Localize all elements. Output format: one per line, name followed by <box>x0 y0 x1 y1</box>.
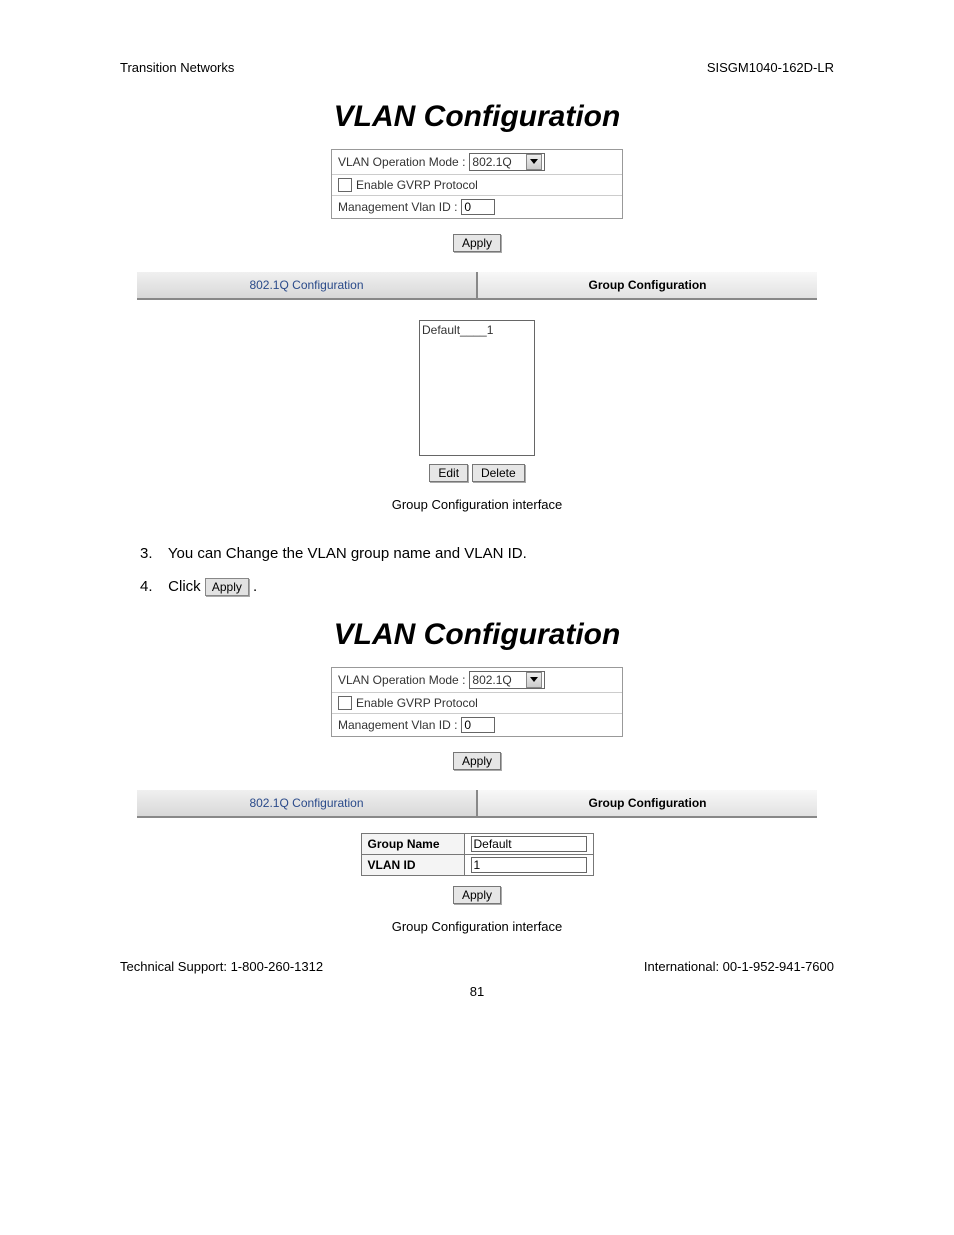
op-mode-select-2[interactable]: 802.1Q <box>469 671 545 689</box>
vlan-id-label: VLAN ID <box>361 855 464 876</box>
caption-2: Group Configuration interface <box>120 919 834 934</box>
header-right: SISGM1040-162D-LR <box>707 60 834 75</box>
gvrp-checkbox-2[interactable] <box>338 696 352 710</box>
tab-row-1: 802.1Q Configuration Group Configuration <box>137 272 817 300</box>
step-list: 3. You can Change the VLAN group name an… <box>140 537 834 603</box>
vlan-group-listbox[interactable]: Default____1 <box>419 320 535 456</box>
tab-8021q-2[interactable]: 802.1Q Configuration <box>137 790 478 816</box>
page-title-1: VLAN Configuration <box>120 100 834 134</box>
step-4-text-a: Click <box>168 578 205 595</box>
page-title-2: VLAN Configuration <box>120 618 834 652</box>
mgmt-vlan-input-2[interactable] <box>461 717 495 733</box>
edit-button[interactable]: Edit <box>429 464 468 482</box>
mgmt-vlan-label: Management Vlan ID : <box>338 200 457 214</box>
gvrp-checkbox[interactable] <box>338 178 352 192</box>
step-3-text: You can Change the VLAN group name and V… <box>168 545 527 562</box>
apply-button-3[interactable]: Apply <box>453 886 501 904</box>
op-mode-select[interactable]: 802.1Q <box>469 153 545 171</box>
gvrp-label: Enable GVRP Protocol <box>356 178 478 192</box>
mgmt-vlan-label-2: Management Vlan ID : <box>338 718 457 732</box>
list-item[interactable]: Default____1 <box>422 323 532 337</box>
tab-group-1[interactable]: Group Configuration <box>478 272 817 298</box>
op-mode-label-2: VLAN Operation Mode : <box>338 673 465 687</box>
mgmt-vlan-input[interactable] <box>461 199 495 215</box>
gvrp-label-2: Enable GVRP Protocol <box>356 696 478 710</box>
group-name-input[interactable] <box>471 836 587 852</box>
tab-8021q-1[interactable]: 802.1Q Configuration <box>137 272 478 298</box>
config-box-1: VLAN Operation Mode : 802.1Q Enable GVRP… <box>331 149 623 219</box>
caption-1: Group Configuration interface <box>120 497 834 512</box>
op-mode-value-2: 802.1Q <box>472 673 511 687</box>
footer-left: Technical Support: 1-800-260-1312 <box>120 959 323 974</box>
config-box-2: VLAN Operation Mode : 802.1Q Enable GVRP… <box>331 667 623 737</box>
op-mode-label: VLAN Operation Mode : <box>338 155 465 169</box>
header-left: Transition Networks <box>120 60 234 75</box>
apply-inline-button: Apply <box>205 578 249 596</box>
chevron-down-icon-2[interactable] <box>526 672 542 688</box>
chevron-down-icon[interactable] <box>526 154 542 170</box>
tab-group-2[interactable]: Group Configuration <box>478 790 817 816</box>
tab-row-2: 802.1Q Configuration Group Configuration <box>137 790 817 818</box>
group-edit-table: Group Name VLAN ID <box>361 833 594 876</box>
page-number: 81 <box>120 984 834 999</box>
op-mode-value: 802.1Q <box>472 155 511 169</box>
group-name-label: Group Name <box>361 834 464 855</box>
delete-button[interactable]: Delete <box>472 464 525 482</box>
footer-right: International: 00-1-952-941-7600 <box>644 959 834 974</box>
apply-button-2[interactable]: Apply <box>453 752 501 770</box>
apply-button-1[interactable]: Apply <box>453 234 501 252</box>
step-4-num: 4. <box>140 570 164 603</box>
step-3-num: 3. <box>140 537 164 570</box>
vlan-id-input[interactable] <box>471 857 587 873</box>
step-4-text-b: . <box>253 578 257 595</box>
